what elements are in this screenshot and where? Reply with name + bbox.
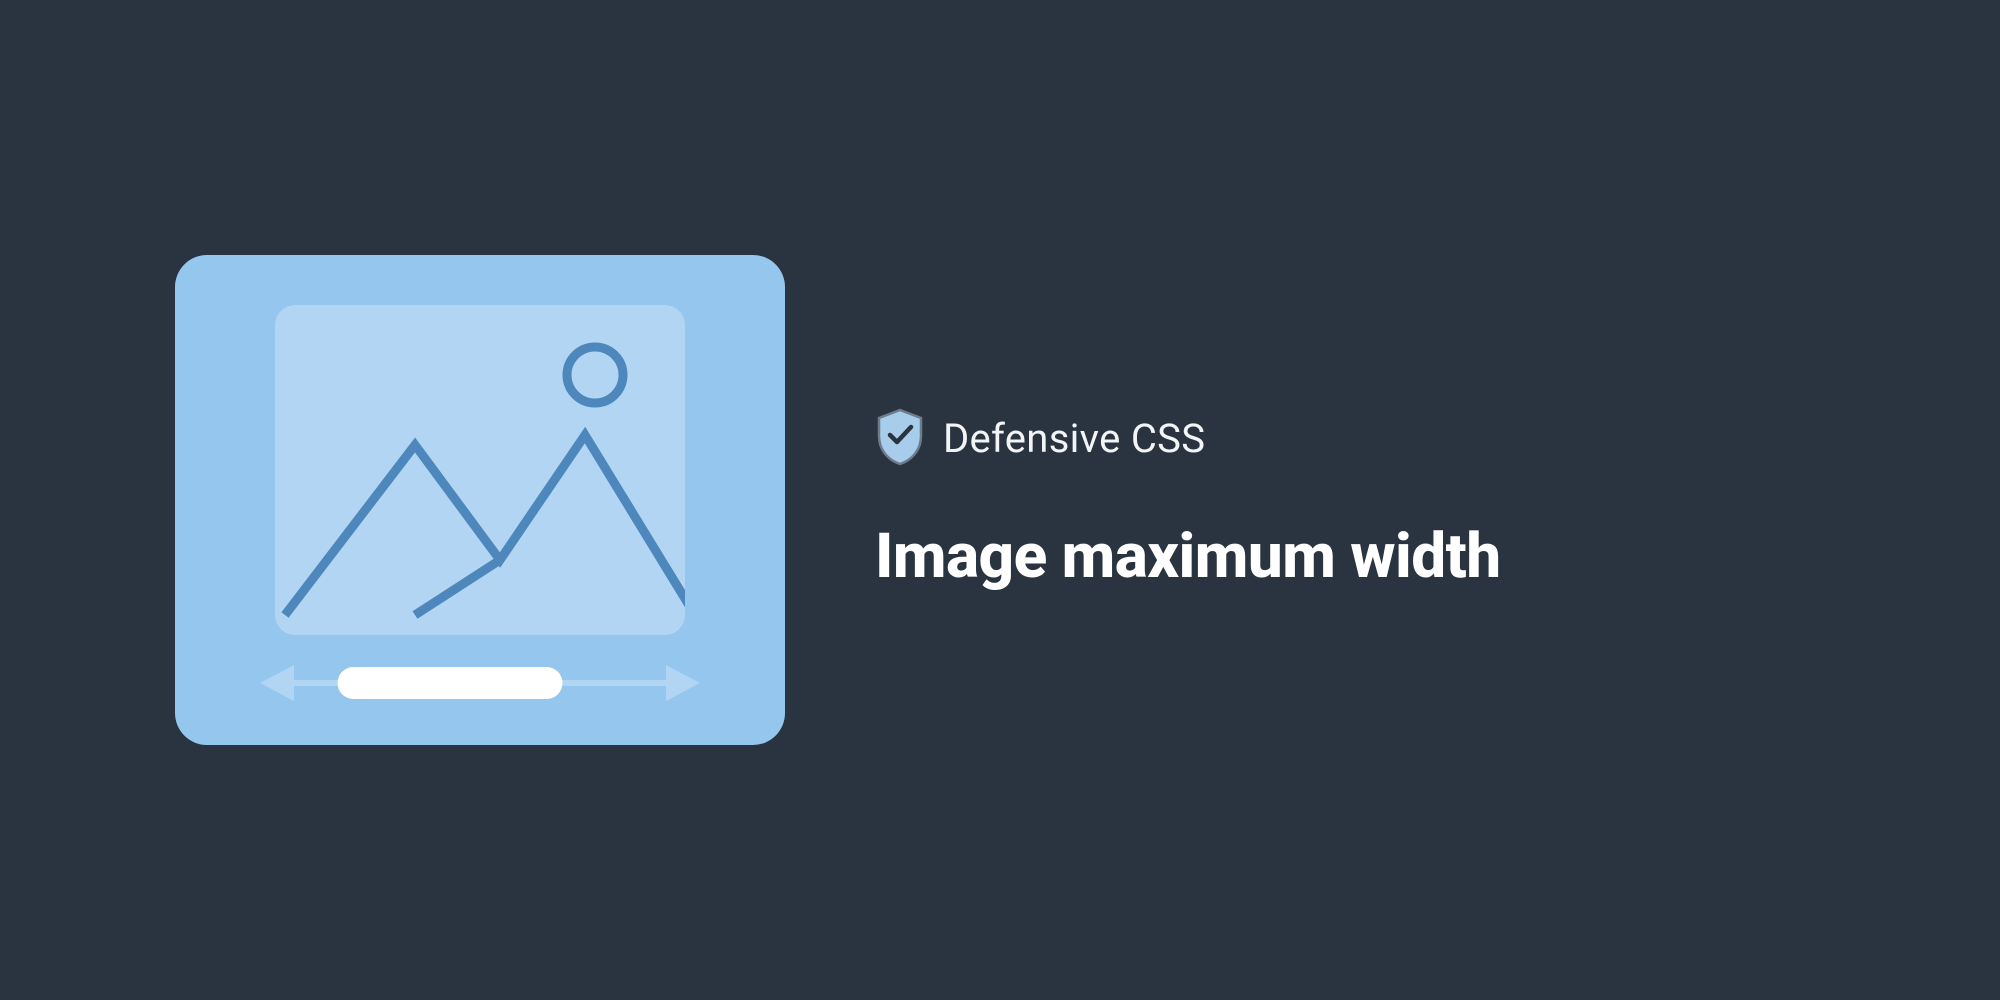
scroll-thumb bbox=[338, 667, 563, 699]
image-placeholder-frame bbox=[275, 305, 685, 635]
brand-row: Defensive CSS bbox=[875, 408, 1501, 470]
width-indicator bbox=[260, 665, 700, 701]
arrow-right-icon bbox=[666, 665, 700, 701]
text-column: Defensive CSS Image maximum width bbox=[875, 408, 1501, 593]
arrow-left-icon bbox=[260, 665, 294, 701]
article-title: Image maximum width bbox=[875, 520, 1501, 593]
brand-label: Defensive CSS bbox=[943, 415, 1205, 462]
image-placeholder-icon bbox=[275, 305, 685, 635]
content-row: Defensive CSS Image maximum width bbox=[0, 255, 1501, 745]
shield-check-icon bbox=[875, 408, 925, 470]
illustration-card bbox=[175, 255, 785, 745]
